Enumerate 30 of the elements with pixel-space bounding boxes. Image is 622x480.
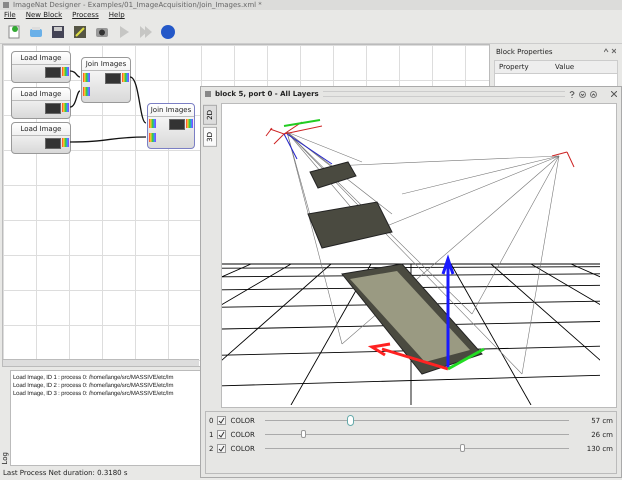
connection-line — [70, 90, 80, 108]
layer-checkbox[interactable] — [217, 430, 226, 439]
new-button[interactable] — [6, 24, 22, 40]
help-button[interactable] — [160, 24, 176, 40]
window-menu-icon[interactable] — [3, 2, 9, 8]
slider-thumb[interactable] — [301, 430, 306, 438]
slider-thumb[interactable] — [460, 444, 465, 452]
layer-checkbox[interactable] — [217, 416, 226, 425]
image-thumbnail — [105, 72, 121, 84]
output-port[interactable] — [122, 72, 129, 82]
image-thumbnail — [45, 138, 61, 149]
maximize-icon[interactable] — [590, 90, 597, 98]
slider-thumb[interactable] — [347, 415, 354, 426]
connection-line — [70, 70, 80, 78]
output-port[interactable] — [62, 66, 69, 76]
float-close-icon[interactable] — [604, 48, 616, 54]
horizontal-scrollbar[interactable] — [3, 359, 199, 366]
output-port[interactable] — [62, 138, 69, 147]
connection-line — [130, 76, 146, 124]
output-port[interactable] — [186, 118, 193, 128]
layer-checkbox[interactable] — [217, 444, 226, 453]
export-button[interactable] — [72, 24, 88, 40]
image-thumbnail — [45, 66, 61, 78]
image-thumbnail — [45, 102, 61, 114]
image-thumbnail — [169, 118, 185, 130]
minimize-icon[interactable] — [579, 90, 586, 98]
close-icon[interactable] — [611, 91, 617, 97]
save-button[interactable] — [50, 24, 66, 40]
output-port[interactable] — [62, 102, 69, 112]
help-icon[interactable] — [569, 90, 575, 98]
